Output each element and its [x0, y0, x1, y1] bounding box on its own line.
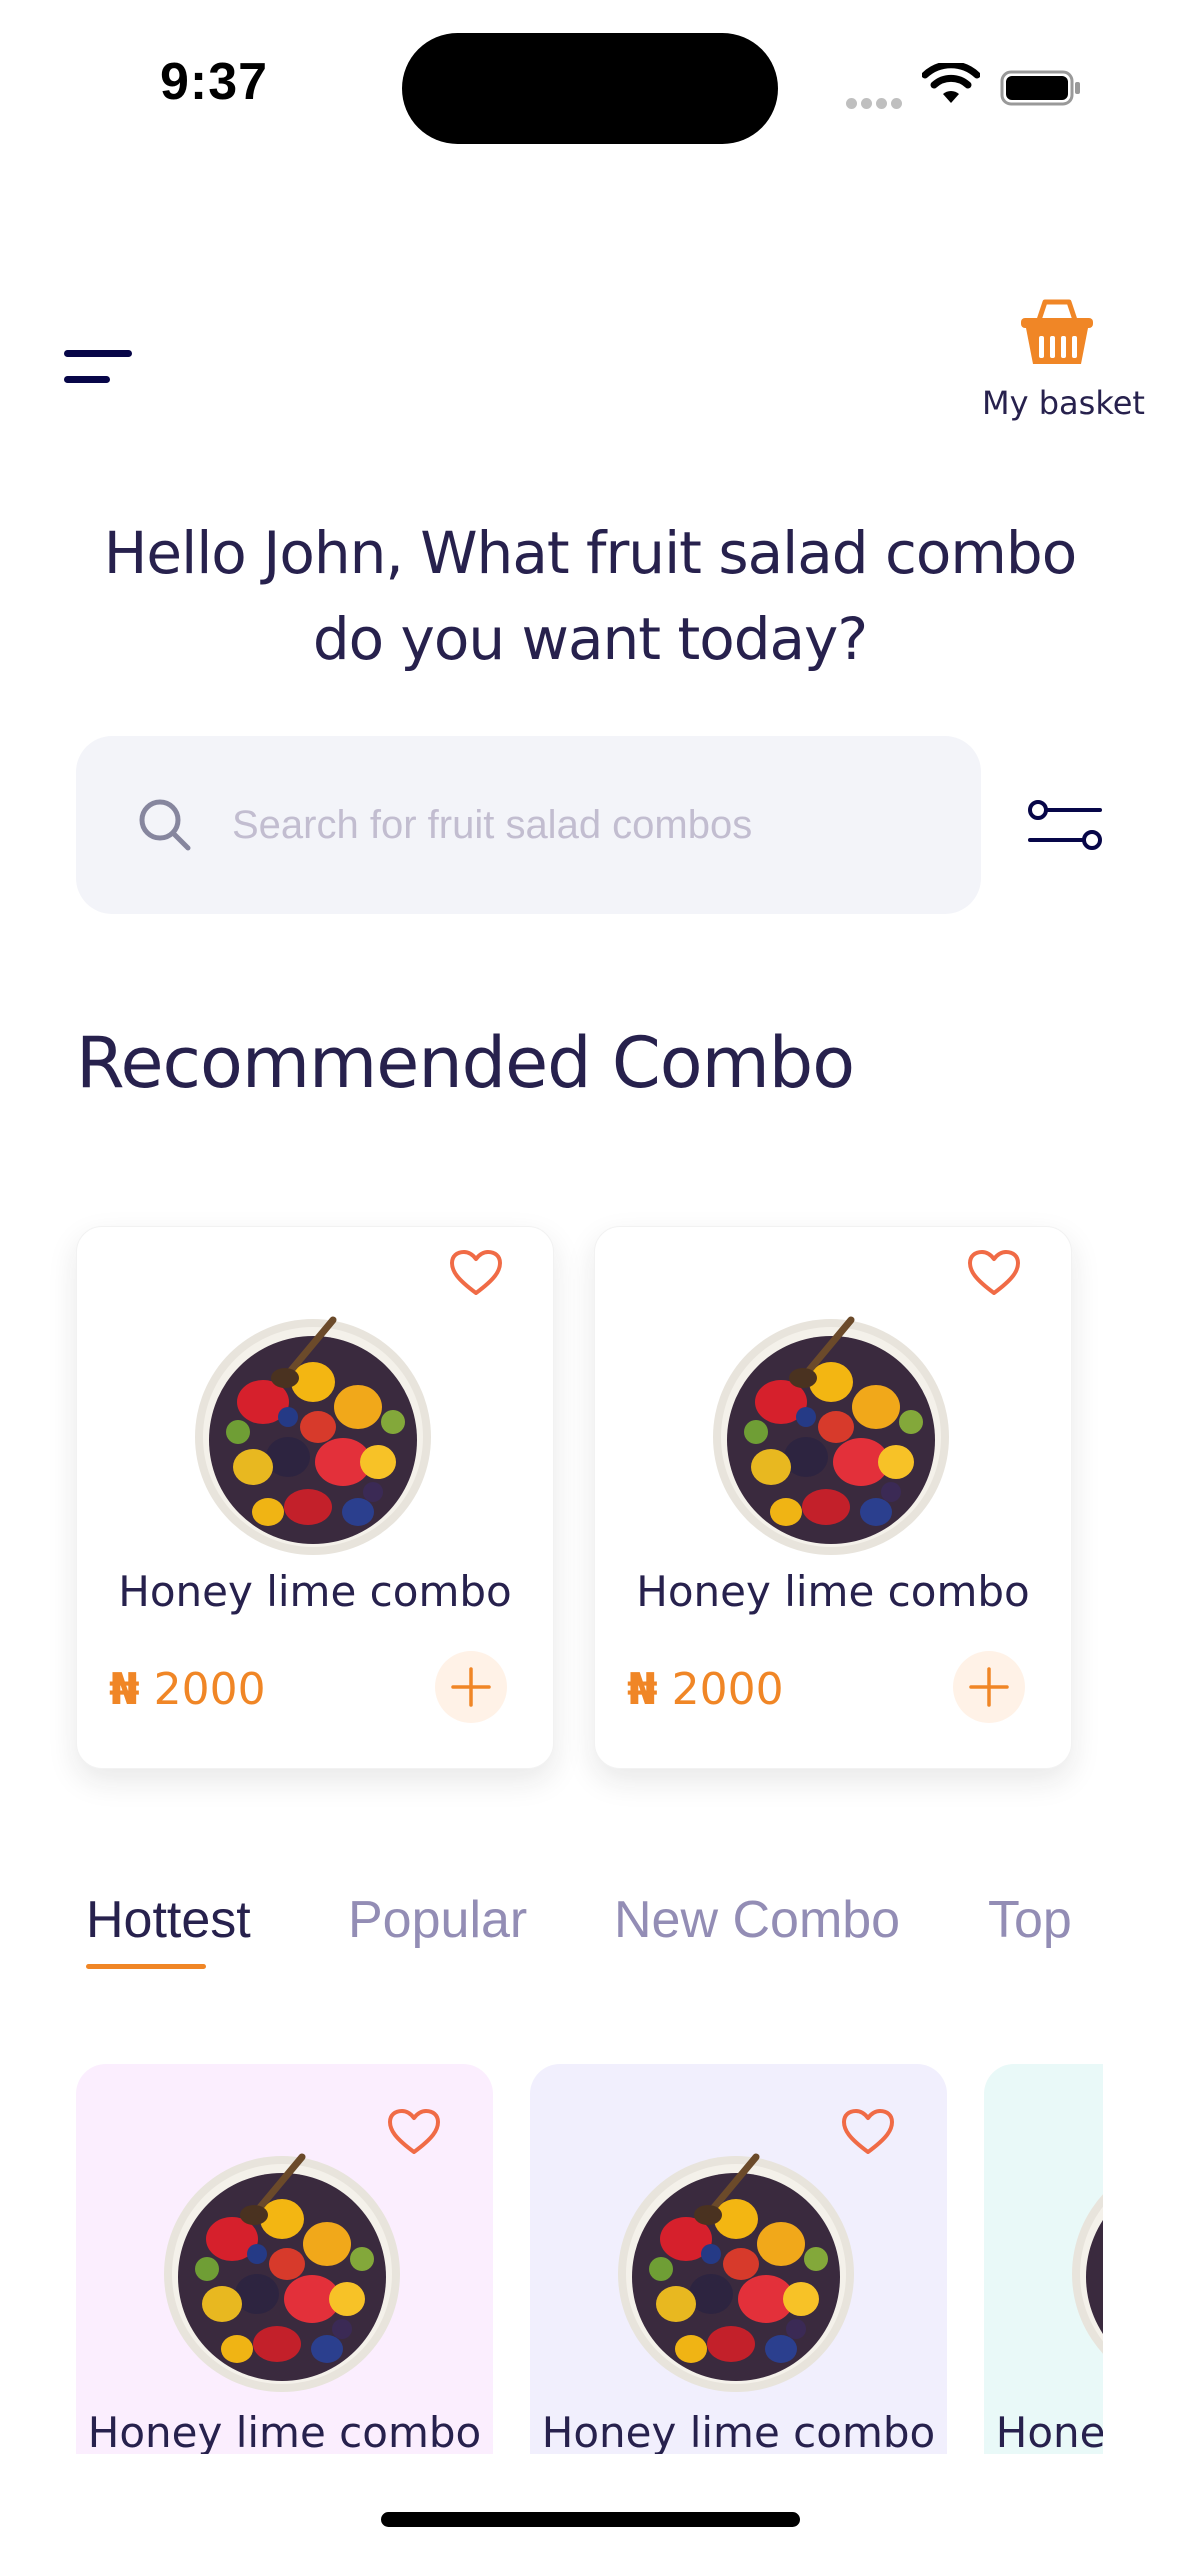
recommended-card[interactable]: Honey lime combo ₦ 2000	[594, 1226, 1072, 1769]
menu-icon[interactable]	[64, 350, 134, 390]
price-value: 2000	[153, 1664, 266, 1715]
fruit-salad-image	[193, 1312, 438, 1557]
cellular-signal-icon	[846, 96, 906, 114]
search-bar[interactable]	[76, 736, 981, 914]
fruit-salad-image	[711, 1312, 956, 1557]
hottest-card[interactable]: Honey lime combo	[984, 2064, 1103, 2454]
fruit-salad-image	[162, 2149, 407, 2394]
tab-hottest[interactable]: Hottest	[86, 1890, 251, 1950]
battery-icon	[1000, 70, 1080, 106]
home-indicator	[381, 2512, 800, 2527]
add-to-basket-button[interactable]	[435, 1651, 507, 1723]
hottest-list[interactable]: Honey lime combo Honey lime combo Honey …	[76, 2064, 1103, 2454]
currency-symbol: ₦	[109, 1664, 140, 1715]
add-to-basket-button[interactable]	[953, 1651, 1025, 1723]
hottest-card[interactable]: Honey lime combo	[76, 2064, 493, 2454]
tab-popular[interactable]: Popular	[348, 1890, 527, 1950]
heart-icon[interactable]	[967, 1249, 1021, 1297]
product-price: ₦ 2000	[109, 1664, 266, 1715]
tab-new-combo[interactable]: New Combo	[614, 1890, 900, 1950]
recommended-card[interactable]: Honey lime combo ₦ 2000	[76, 1226, 554, 1769]
plus-icon	[451, 1667, 491, 1707]
basket-icon	[1021, 299, 1093, 364]
filter-icon[interactable]	[1026, 798, 1104, 852]
fruit-salad-image	[1070, 2149, 1103, 2394]
fruit-salad-image	[616, 2149, 861, 2394]
product-price: ₦ 2000	[627, 1664, 784, 1715]
dynamic-island	[402, 33, 778, 144]
price-value: 2000	[671, 1664, 784, 1715]
wifi-icon	[922, 63, 980, 103]
basket-label: My basket	[982, 384, 1145, 422]
hottest-card[interactable]: Honey lime combo	[530, 2064, 947, 2454]
search-input[interactable]	[232, 802, 932, 848]
plus-icon	[969, 1667, 1009, 1707]
status-time: 9:37	[160, 53, 269, 111]
currency-symbol: ₦	[627, 1664, 658, 1715]
tab-top[interactable]: Top	[988, 1890, 1072, 1950]
basket-button[interactable]: My basket	[982, 290, 1145, 422]
section-title: Recommended Combo	[76, 1022, 855, 1104]
product-name: Honey lime combo	[995, 2408, 1103, 2454]
search-icon	[139, 799, 191, 851]
product-name: Honey lime combo	[541, 2408, 936, 2454]
product-name: Honey lime combo	[87, 2408, 482, 2454]
product-name: Honey lime combo	[636, 1567, 1030, 1616]
greeting-text: Hello John, What fruit salad combo do yo…	[103, 519, 1077, 673]
product-name: Honey lime combo	[118, 1567, 512, 1616]
heart-icon[interactable]	[449, 1249, 503, 1297]
active-tab-indicator	[86, 1964, 206, 1969]
